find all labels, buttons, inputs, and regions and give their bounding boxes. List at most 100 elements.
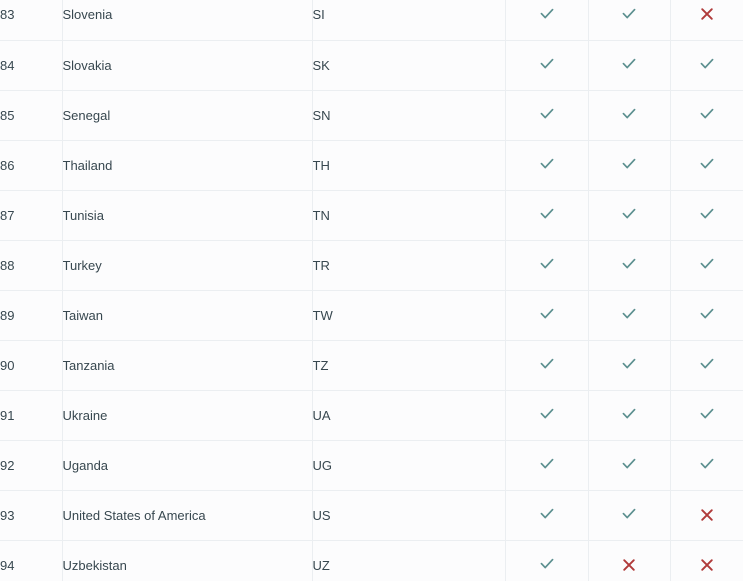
table-row[interactable]: 84 Slovakia SK	[0, 40, 743, 91]
table-body: 83 Slovenia SI 84 Slovakia SK 85 Senegal SN 86 Tha…	[0, 0, 743, 581]
status-cell-2	[588, 290, 671, 341]
status-cell-1	[505, 340, 589, 391]
country-code-cell: TN	[312, 190, 506, 241]
check-icon	[537, 154, 557, 174]
row-index-cell: 83	[0, 0, 63, 41]
country-code-cell: SI	[312, 0, 506, 41]
country-name-cell: Ukraine	[62, 390, 313, 441]
status-cell-2	[588, 40, 671, 91]
check-icon	[619, 404, 639, 424]
row-index-cell: 85	[0, 90, 63, 141]
country-name-cell: Tanzania	[62, 340, 313, 391]
status-cell-2	[588, 0, 671, 41]
status-cell-3	[670, 190, 743, 241]
status-cell-3	[670, 0, 743, 41]
check-icon	[619, 104, 639, 124]
check-icon	[697, 304, 717, 324]
check-icon	[697, 154, 717, 174]
country-name-cell: Turkey	[62, 240, 313, 291]
country-name-cell: Uzbekistan	[62, 540, 313, 581]
check-icon	[537, 54, 557, 74]
check-icon	[697, 204, 717, 224]
table-scroll-container: 83 Slovenia SI 84 Slovakia SK 85 Senegal SN 86 Tha…	[0, 0, 743, 581]
check-icon	[619, 154, 639, 174]
check-icon	[537, 4, 557, 24]
status-cell-1	[505, 540, 589, 581]
status-cell-1	[505, 440, 589, 491]
status-cell-1	[505, 40, 589, 91]
check-icon	[619, 4, 639, 24]
table-row[interactable]: 86 Thailand TH	[0, 140, 743, 191]
table-row[interactable]: 91 Ukraine UA	[0, 390, 743, 441]
country-support-table: 83 Slovenia SI 84 Slovakia SK 85 Senegal SN 86 Tha…	[0, 0, 743, 581]
cross-icon	[697, 505, 717, 525]
status-cell-3	[670, 240, 743, 291]
check-icon	[537, 404, 557, 424]
country-code-cell: TW	[312, 290, 506, 341]
status-cell-2	[588, 190, 671, 241]
table-row[interactable]: 93 United States of America US	[0, 490, 743, 541]
status-cell-3	[670, 440, 743, 491]
table-row[interactable]: 85 Senegal SN	[0, 90, 743, 141]
country-code-cell: SN	[312, 90, 506, 141]
status-cell-1	[505, 290, 589, 341]
status-cell-1	[505, 190, 589, 241]
status-cell-3	[670, 40, 743, 91]
country-code-cell: TZ	[312, 340, 506, 391]
check-icon	[697, 454, 717, 474]
cross-icon	[697, 555, 717, 575]
table-row[interactable]: 94 Uzbekistan UZ	[0, 540, 743, 581]
country-table-viewport[interactable]: 83 Slovenia SI 84 Slovakia SK 85 Senegal SN 86 Tha…	[0, 0, 743, 581]
status-cell-1	[505, 240, 589, 291]
country-name-cell: Thailand	[62, 140, 313, 191]
status-cell-2	[588, 140, 671, 191]
status-cell-3	[670, 490, 743, 541]
country-code-cell: UZ	[312, 540, 506, 581]
country-code-cell: SK	[312, 40, 506, 91]
country-name-cell: Slovenia	[62, 0, 313, 41]
country-name-cell: Uganda	[62, 440, 313, 491]
check-icon	[697, 104, 717, 124]
status-cell-2	[588, 90, 671, 141]
country-name-cell: Senegal	[62, 90, 313, 141]
status-cell-3	[670, 340, 743, 391]
country-code-cell: UA	[312, 390, 506, 441]
row-index-cell: 90	[0, 340, 63, 391]
status-cell-2	[588, 440, 671, 491]
table-row[interactable]: 89 Taiwan TW	[0, 290, 743, 341]
table-row[interactable]: 92 Uganda UG	[0, 440, 743, 491]
status-cell-2	[588, 540, 671, 581]
check-icon	[537, 454, 557, 474]
table-row[interactable]: 83 Slovenia SI	[0, 0, 743, 41]
check-icon	[697, 404, 717, 424]
table-row[interactable]: 90 Tanzania TZ	[0, 340, 743, 391]
status-cell-3	[670, 290, 743, 341]
country-name-cell: United States of America	[62, 490, 313, 541]
country-code-cell: UG	[312, 440, 506, 491]
country-name-cell: Slovakia	[62, 40, 313, 91]
table-row[interactable]: 88 Turkey TR	[0, 240, 743, 291]
cross-icon	[619, 555, 639, 575]
row-index-cell: 86	[0, 140, 63, 191]
status-cell-1	[505, 140, 589, 191]
country-code-cell: US	[312, 490, 506, 541]
status-cell-3	[670, 90, 743, 141]
cross-icon	[697, 4, 717, 24]
check-icon	[537, 354, 557, 374]
table-row[interactable]: 87 Tunisia TN	[0, 190, 743, 241]
check-icon	[619, 454, 639, 474]
status-cell-3	[670, 540, 743, 581]
status-cell-1	[505, 0, 589, 41]
check-icon	[697, 54, 717, 74]
check-icon	[619, 354, 639, 374]
country-name-cell: Tunisia	[62, 190, 313, 241]
row-index-cell: 93	[0, 490, 63, 541]
row-index-cell: 89	[0, 290, 63, 341]
row-index-cell: 87	[0, 190, 63, 241]
check-icon	[537, 204, 557, 224]
status-cell-2	[588, 490, 671, 541]
check-icon	[619, 54, 639, 74]
status-cell-1	[505, 390, 589, 441]
check-icon	[619, 204, 639, 224]
check-icon	[619, 254, 639, 274]
